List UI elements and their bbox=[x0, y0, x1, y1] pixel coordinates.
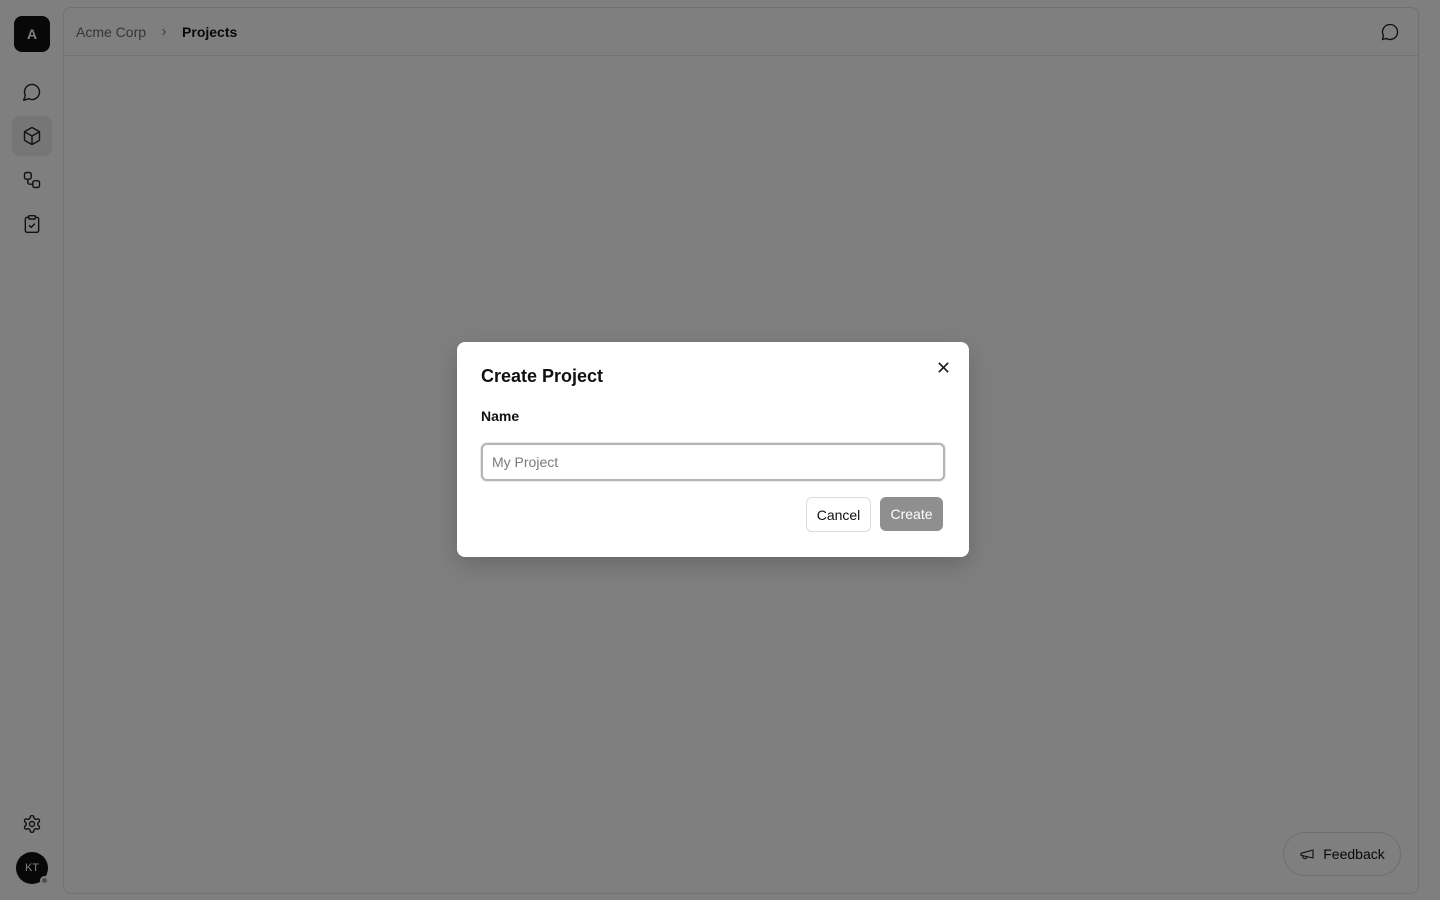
dialog-title: Create Project bbox=[481, 366, 604, 386]
name-label: Name bbox=[481, 408, 520, 424]
project-name-input[interactable] bbox=[481, 443, 945, 481]
close-icon bbox=[937, 361, 949, 373]
close-button[interactable] bbox=[935, 359, 951, 375]
cancel-button[interactable]: Cancel bbox=[806, 497, 871, 532]
create-button[interactable]: Create bbox=[880, 497, 943, 531]
create-project-dialog: Create Project Name Cancel Create bbox=[457, 342, 969, 557]
